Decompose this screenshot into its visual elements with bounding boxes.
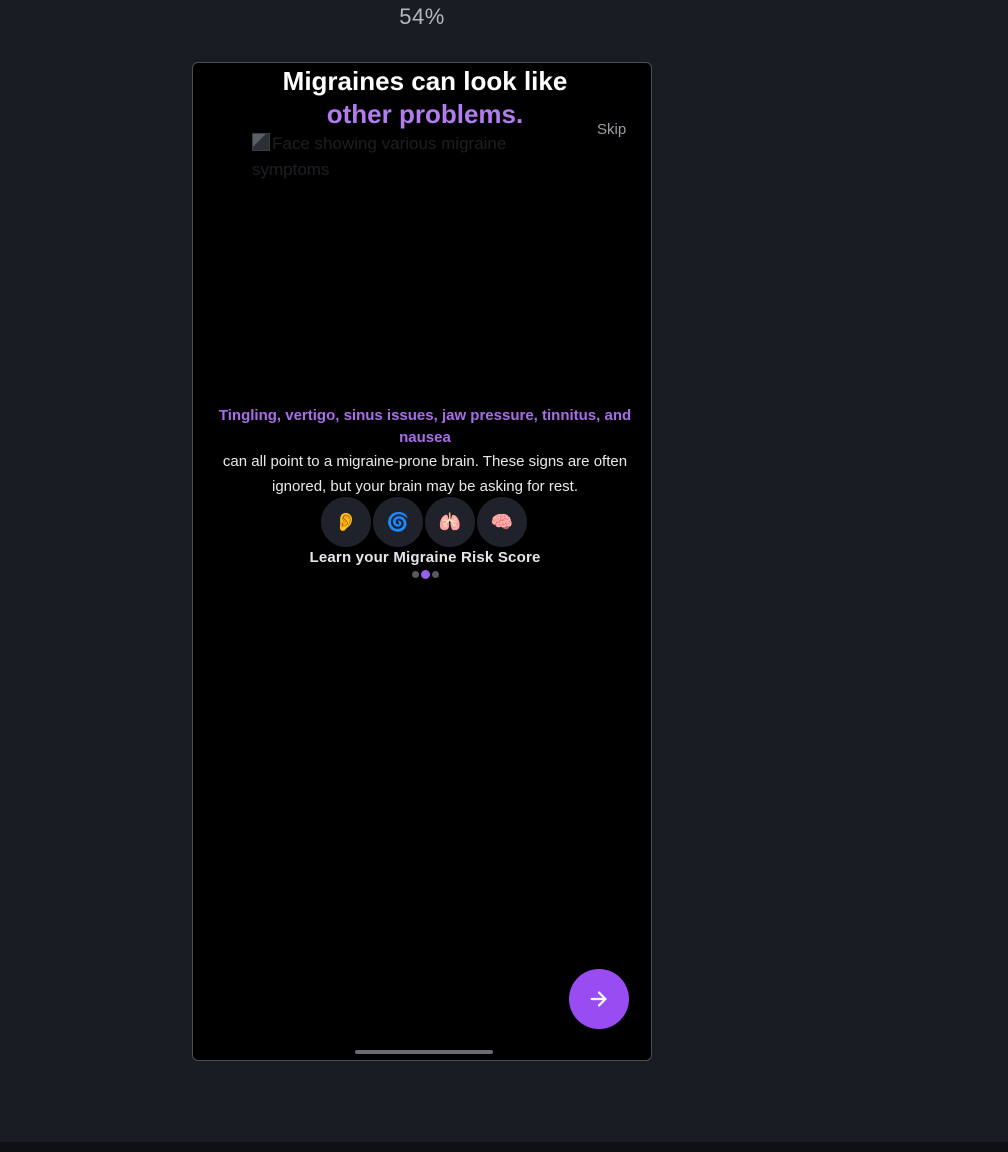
symptoms-highlight: Tingling, vertigo, sinus issues, jaw pre… <box>218 407 632 446</box>
viewer-stage: 54% Migraines can look like other proble… <box>0 0 1008 1152</box>
lungs-icon: 🫁 <box>425 497 475 547</box>
phone-frame: Migraines can look like other problems. … <box>192 62 652 1061</box>
headline-line-1: Migraines can look like <box>282 66 568 96</box>
broken-image-icon <box>252 133 270 151</box>
symptom-icon-row: 👂 🌀 🫁 🧠 <box>321 497 529 549</box>
pagination-dots <box>412 570 441 579</box>
home-indicator <box>355 1050 493 1054</box>
headline-line-2: other problems. <box>326 99 524 129</box>
arrow-right-icon <box>590 991 607 1007</box>
ear-icon: 👂 <box>321 497 371 547</box>
bottom-strip <box>0 1142 1008 1152</box>
page-dot-active[interactable] <box>421 570 430 579</box>
onboarding-headline: Migraines can look like other problems. <box>193 65 651 131</box>
zoom-level-label: 54% <box>399 4 445 29</box>
skip-button[interactable]: Skip <box>597 121 626 138</box>
body-text: can all point to a migraine-prone brain.… <box>222 453 628 495</box>
brain-icon: 🧠 <box>477 497 527 547</box>
risk-score-label: Learn your Migraine Risk Score <box>309 549 541 566</box>
spiral-icon: 🌀 <box>373 497 423 547</box>
hero-image-alt-text: Face showing various migraine symptoms <box>252 134 507 179</box>
next-button[interactable] <box>569 969 629 1029</box>
page-dot[interactable] <box>432 571 439 578</box>
hero-image-placeholder: Face showing various migraine symptoms <box>252 131 542 331</box>
page-dot[interactable] <box>412 571 419 578</box>
